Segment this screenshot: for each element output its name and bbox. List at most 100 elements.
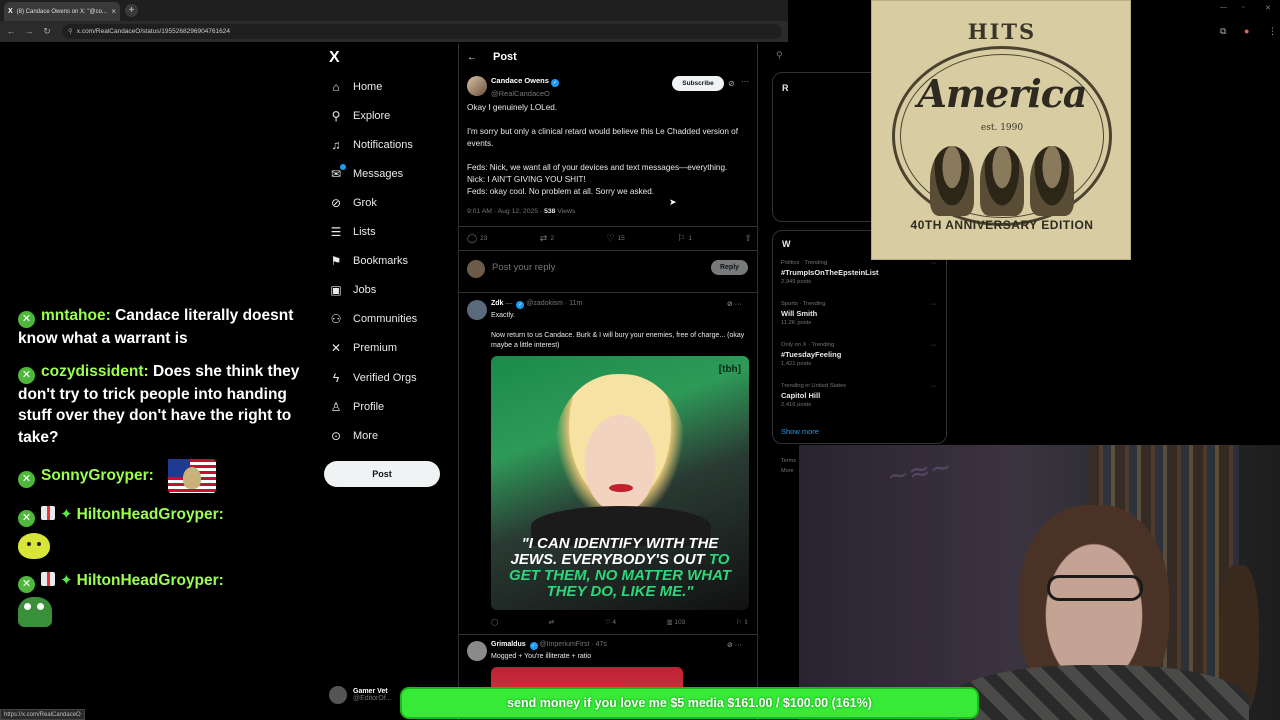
stream-chat: ✕ mntahoe: Candace literally doesnt know … xyxy=(18,305,308,638)
frog-emote-icon xyxy=(18,597,52,627)
reply-action[interactable]: ◯ 23 xyxy=(467,233,487,244)
show-more-link[interactable]: Show more xyxy=(781,427,819,436)
trend-posts: 2,416 posts xyxy=(781,402,811,408)
more-options-icon[interactable]: ⊘ ··· xyxy=(727,641,742,649)
minimize-icon[interactable]: — xyxy=(1220,4,1227,11)
back-arrow-icon[interactable]: ← xyxy=(467,52,477,63)
reply-button[interactable]: Reply xyxy=(711,260,748,275)
chat-message: ✕ cozydissident: Does she think they don'… xyxy=(18,361,308,449)
like-action[interactable]: ♡ 15 xyxy=(606,233,624,244)
nav-item-verified-orgs[interactable]: ϟ Verified Orgs xyxy=(329,367,417,389)
lightning-icon: ϟ xyxy=(332,371,340,385)
cast-icon[interactable]: ⧉ xyxy=(1220,26,1226,37)
chat-message: ✕ ✦ HiltonHeadGroyper: xyxy=(18,504,308,559)
post-time[interactable]: 9:01 AM · Aug 12, 2025 · xyxy=(467,208,542,215)
post-author[interactable]: Candace Owens ✓ @RealCandaceO xyxy=(491,76,559,98)
new-tab-button[interactable]: + xyxy=(125,4,138,17)
like-count: 4 xyxy=(612,619,617,626)
trend-more-icon[interactable]: ··· xyxy=(930,342,937,349)
nav-label: Grok xyxy=(353,197,377,209)
close-tab-icon[interactable]: × xyxy=(111,7,116,16)
trend-item[interactable]: Only on X · Trending #TuesdayFeeling 1,4… xyxy=(781,342,841,367)
nav-item-home[interactable]: ⌂ Home xyxy=(329,76,382,98)
nav-item-explore[interactable]: ⚲ Explore xyxy=(329,105,391,127)
trend-more-icon[interactable]: ··· xyxy=(930,383,937,390)
views-action[interactable]: ▥ 103 xyxy=(667,618,686,626)
heart-icon: ♡ xyxy=(606,233,615,243)
nav-item-lists[interactable]: ☰ Lists xyxy=(329,221,376,243)
mouse-cursor-icon: ➤ xyxy=(669,197,677,207)
page-title: Post xyxy=(493,51,517,63)
trend-item[interactable]: Sports · Trending Will Smith 11.2K posts xyxy=(781,301,825,326)
nav-item-profile[interactable]: ♙ Profile xyxy=(329,396,385,418)
trend-item[interactable]: Trending in United States Capitol Hill 2… xyxy=(781,383,846,408)
grok-explain-icon[interactable]: ⊘ xyxy=(728,79,735,88)
repost-icon[interactable]: ⇄ xyxy=(549,618,554,626)
reply-avatar[interactable] xyxy=(467,300,487,320)
maximize-icon[interactable]: ▫ xyxy=(1242,4,1244,11)
post-paragraph: Okay I genuinely LOLed. xyxy=(467,103,558,112)
trend-category: Politics · Trending xyxy=(781,260,828,266)
reply-icon[interactable]: ◯ xyxy=(491,618,498,626)
share-icon: ⇪ xyxy=(744,233,752,243)
browser-menu-icon[interactable]: ⋮ xyxy=(1268,26,1277,37)
nav-item-messages[interactable]: ✉ Messages xyxy=(329,163,403,185)
reply-avatar[interactable] xyxy=(467,641,487,661)
chat-message: ✕ ✦ HiltonHeadGroyper: xyxy=(18,570,308,627)
nav-item-premium[interactable]: ✕ Premium xyxy=(329,337,397,359)
reply-text: Mogged + You're illiterate + ratio xyxy=(491,653,592,660)
browser-tab[interactable]: X (8) Candace Owens on X: "@co... × xyxy=(4,2,120,21)
reply-handle: @ImperiumFirst · 47s xyxy=(539,641,607,648)
reply-input[interactable] xyxy=(492,262,692,273)
bookmark-action[interactable]: ⚐ 1 xyxy=(677,233,692,244)
more-options-icon[interactable]: ⊘ ··· xyxy=(727,300,742,308)
account-switcher[interactable]: Gamer Vet @EditorOf... xyxy=(329,686,392,704)
chat-message: ✕ mntahoe: Candace literally doesnt know … xyxy=(18,305,308,350)
x-logo-icon[interactable]: X xyxy=(329,49,340,67)
search-icon[interactable]: ⚲ xyxy=(776,50,783,61)
forward-arrow-icon[interactable]: → xyxy=(23,25,35,37)
nav-item-jobs[interactable]: ▣ Jobs xyxy=(329,279,376,301)
account-name: Gamer Vet xyxy=(353,688,388,695)
reply-image[interactable]: [tbh] "I CAN IDENTIFY WITH THE JEWS. EVE… xyxy=(491,356,749,610)
compose-post-button[interactable]: Post xyxy=(324,461,440,487)
profile-avatar-icon[interactable]: ● xyxy=(1244,26,1249,36)
back-arrow-icon[interactable]: ← xyxy=(5,25,17,37)
trend-name: #TuesdayFeeling xyxy=(781,350,842,359)
more-options-icon[interactable]: ··· xyxy=(741,77,749,86)
x-favicon-icon: X xyxy=(8,8,13,15)
trend-more-icon[interactable]: ··· xyxy=(930,260,937,267)
reply-author-name[interactable]: Grimaldus xyxy=(491,641,526,648)
unread-dot xyxy=(340,164,346,170)
chat-message: ✕ SonnyGroyper: xyxy=(18,459,308,493)
url-field[interactable]: ⚲ x.com/RealCandaceO/status/1955268296904… xyxy=(62,24,782,39)
reload-icon[interactable]: ↻ xyxy=(41,25,53,37)
chat-username: HiltonHeadGroyper: xyxy=(76,572,224,589)
bookmark-share[interactable]: ⚐ ⇪ xyxy=(736,618,749,626)
reply-actions: ◯ ⇄ ♡ 4 ▥ 103 ⚐ ⇪ xyxy=(491,618,749,626)
nav-item-communities[interactable]: ⚇ Communities xyxy=(329,308,418,330)
share-action[interactable]: ⇪ xyxy=(744,233,752,244)
nav-item-more[interactable]: ⊙ More xyxy=(329,425,378,447)
trend-category: Trending in United States xyxy=(781,383,847,389)
footer-link[interactable]: Terms xyxy=(781,456,796,466)
reply-author-name[interactable]: Zdk xyxy=(491,300,503,307)
subscribe-button[interactable]: Subscribe xyxy=(672,76,724,91)
nav-item-notifications[interactable]: ♫ Notifications xyxy=(329,134,413,156)
like-action[interactable]: ♡ 4 xyxy=(605,618,616,626)
nav-item-bookmarks[interactable]: ⚑ Bookmarks xyxy=(329,250,408,272)
trend-category: Only on X · Trending xyxy=(781,342,835,348)
post-thread-column: ← Post Candace Owens ✓ @RealCandaceO Subs… xyxy=(458,44,758,720)
repost-action[interactable]: ⇄ 2 xyxy=(540,233,554,244)
site-info-icon[interactable]: ⚲ xyxy=(68,28,73,35)
trend-posts: 1,421 posts xyxy=(781,361,811,367)
close-window-icon[interactable]: ✕ xyxy=(1265,4,1271,12)
trend-more-icon[interactable]: ··· xyxy=(930,301,937,308)
footer-link[interactable]: More xyxy=(781,466,796,476)
nav-label: Premium xyxy=(353,342,398,354)
trend-name: Capitol Hill xyxy=(781,391,821,400)
trend-item[interactable]: Politics · Trending #TrumpIsOnTheEpstein… xyxy=(781,260,879,285)
nav-item-grok[interactable]: ⊘ Grok xyxy=(329,192,377,214)
portrait-face xyxy=(555,374,685,524)
author-avatar[interactable] xyxy=(467,76,487,96)
